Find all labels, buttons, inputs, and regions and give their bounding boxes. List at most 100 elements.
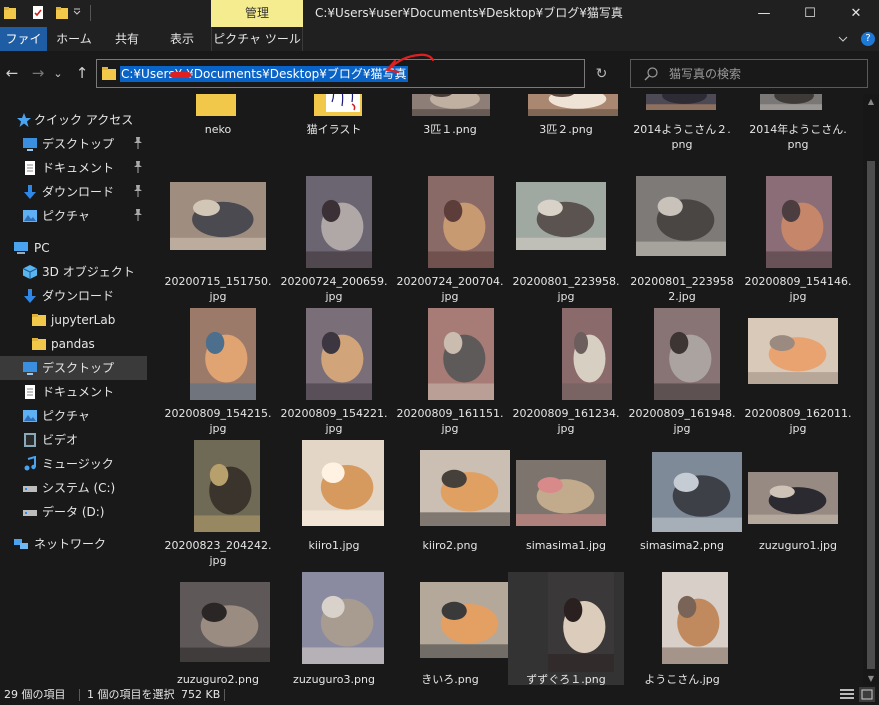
navigation-bar: ← → ⌄ ↑ C:¥Users¥ ¥Documents¥Desktop¥ブログ…	[0, 51, 879, 94]
file-name-ext: jpg	[789, 290, 807, 303]
sidebar-item[interactable]: データ (D:)	[0, 500, 147, 524]
file-view: neko 猫イラスト 3匹１.png 3匹２.png 2014ようこさん２. pn…	[150, 94, 863, 685]
new-folder-icon[interactable]	[55, 4, 69, 22]
folder-item[interactable]: neko	[160, 94, 276, 162]
search-box[interactable]	[630, 59, 868, 88]
pin-icon[interactable]	[133, 160, 143, 174]
file-name: ようこさん.jpg	[644, 673, 720, 685]
file-item[interactable]: zuzuguro3.png	[276, 572, 392, 685]
file-item[interactable]: simasima1.jpg	[508, 440, 624, 564]
file-item[interactable]: 2014ようこさん２. png	[624, 94, 740, 162]
scroll-down-arrow-icon[interactable]: ▼	[863, 671, 879, 685]
title-bar: 管理 C:¥Users¥user¥Documents¥Desktop¥ブログ¥猫…	[0, 0, 879, 27]
ribbon-expand-icon[interactable]	[837, 32, 849, 46]
file-item[interactable]: 3匹２.png	[508, 94, 624, 162]
sidebar-item[interactable]: クイック アクセス	[0, 108, 147, 132]
properties-icon[interactable]	[31, 4, 45, 22]
image-thumbnail	[646, 94, 716, 110]
tab-share[interactable]: 共有	[103, 27, 151, 51]
close-button[interactable]: ✕	[833, 0, 879, 27]
file-item[interactable]: zuzuguro2.png	[160, 572, 276, 685]
file-item[interactable]: 20200801_223958. jpg	[508, 176, 624, 303]
file-name-ext: png	[787, 138, 809, 151]
file-item[interactable]: 20200809_154215. jpg	[160, 308, 276, 435]
file-item[interactable]: きいろ.png	[392, 572, 510, 685]
vertical-scrollbar[interactable]: ▲ ▼	[863, 94, 879, 685]
file-item[interactable]: 20200809_154146. jpg	[740, 176, 856, 303]
sidebar-item[interactable]: システム (C:)	[0, 476, 147, 500]
file-item[interactable]: zuzuguro1.jpg	[740, 440, 856, 564]
file-item[interactable]: ようこさん.jpg	[624, 572, 740, 685]
image-thumbnail	[636, 176, 726, 256]
file-item[interactable]: ずずぐろ１.png	[508, 572, 624, 685]
pin-icon[interactable]	[133, 184, 143, 198]
star-icon	[17, 113, 31, 127]
sidebar-item[interactable]: ダウンロード	[0, 180, 147, 204]
sidebar-item[interactable]: ドキュメント	[0, 380, 147, 404]
sidebar-item[interactable]: ネットワーク	[0, 532, 147, 556]
file-item[interactable]: 3匹１.png	[392, 94, 508, 162]
file-item[interactable]: 20200809_162011. jpg	[740, 308, 856, 435]
file-item[interactable]: 20200823_204242. jpg	[160, 440, 276, 567]
sidebar-item[interactable]: ピクチャ	[0, 204, 147, 228]
image-thumbnail	[302, 440, 384, 526]
quick-access-toolbar-dropdown-icon[interactable]	[72, 4, 82, 22]
file-item[interactable]: 20200809_161948. jpg	[624, 308, 740, 435]
file-name: 2014ようこさん２.	[633, 123, 731, 136]
file-item[interactable]: 20200809_154221. jpg	[276, 308, 392, 435]
folder-icon[interactable]	[3, 4, 17, 22]
scrollbar-thumb[interactable]	[867, 161, 875, 669]
folder-thumbnail-icon	[314, 94, 362, 116]
tab-picture-tools[interactable]: ピクチャ ツール	[211, 27, 303, 51]
sidebar-item[interactable]: ピクチャ	[0, 404, 147, 428]
scroll-up-arrow-icon[interactable]: ▲	[863, 94, 879, 108]
file-item[interactable]: kiiro1.jpg	[276, 440, 392, 564]
recent-locations-button[interactable]: ⌄	[51, 62, 65, 84]
maximize-button[interactable]: ☐	[787, 0, 833, 27]
folder-item[interactable]: 猫イラスト	[276, 94, 392, 162]
sidebar-item-label: PC	[34, 241, 50, 255]
refresh-button[interactable]: ↻	[588, 59, 615, 88]
file-item[interactable]: 20200801_223958 2.jpg	[624, 176, 740, 303]
tab-file[interactable]: ファイル	[0, 27, 47, 70]
back-button[interactable]: ←	[1, 62, 23, 84]
sidebar-item[interactable]: 3D オブジェクト	[0, 260, 147, 284]
file-item[interactable]: 20200715_151750. jpg	[160, 176, 276, 303]
sidebar-item[interactable]: ドキュメント	[0, 156, 147, 180]
address-path-text[interactable]: C:¥Users¥ ¥Documents¥Desktop¥ブログ¥猫写真	[120, 66, 408, 82]
details-view-icon[interactable]	[839, 687, 855, 702]
pin-icon[interactable]	[133, 136, 143, 150]
sidebar-item-label: ドキュメント	[42, 385, 115, 399]
file-item[interactable]: 20200724_200659. jpg	[276, 176, 392, 303]
sidebar-item[interactable]: ミュージック	[0, 452, 147, 476]
minimize-button[interactable]: —	[741, 0, 787, 27]
sidebar-item[interactable]: jupyterLab	[0, 308, 147, 332]
search-input[interactable]	[669, 60, 859, 87]
file-item[interactable]: simasima2.png	[624, 440, 742, 564]
context-tab-manage[interactable]: 管理	[211, 0, 303, 27]
large-icons-view-icon[interactable]	[859, 687, 875, 702]
sidebar-item[interactable]: PC	[0, 236, 147, 260]
sidebar-item-label: ピクチャ	[42, 209, 90, 223]
tab-home[interactable]: ホーム	[50, 27, 98, 51]
pin-icon[interactable]	[133, 208, 143, 222]
sidebar-item-label: ドキュメント	[42, 161, 115, 175]
file-item[interactable]: 2014年ようこさん. png	[740, 94, 856, 162]
help-button[interactable]: ?	[861, 32, 875, 46]
status-divider	[224, 689, 225, 701]
sidebar-item[interactable]: デスクトップ	[0, 356, 147, 380]
sidebar-item[interactable]: ダウンロード	[0, 284, 147, 308]
up-button[interactable]: ↑	[71, 62, 93, 84]
file-item[interactable]: 20200809_161234. jpg	[508, 308, 624, 435]
address-bar[interactable]: C:¥Users¥ ¥Documents¥Desktop¥ブログ¥猫写真	[96, 59, 672, 88]
sidebar-item[interactable]: デスクトップ	[0, 132, 147, 156]
file-item[interactable]: 20200809_161151. jpg	[392, 308, 508, 435]
sidebar-item[interactable]: ビデオ	[0, 428, 147, 452]
sidebar-item[interactable]: pandas	[0, 332, 147, 356]
tab-view[interactable]: 表示	[158, 27, 206, 51]
file-item[interactable]: kiiro2.png	[392, 440, 510, 564]
file-name: 猫イラスト	[306, 123, 362, 136]
file-name: 20200724_200659.	[280, 275, 388, 288]
file-item[interactable]: 20200724_200704. jpg	[392, 176, 508, 303]
forward-button[interactable]: →	[27, 62, 49, 84]
